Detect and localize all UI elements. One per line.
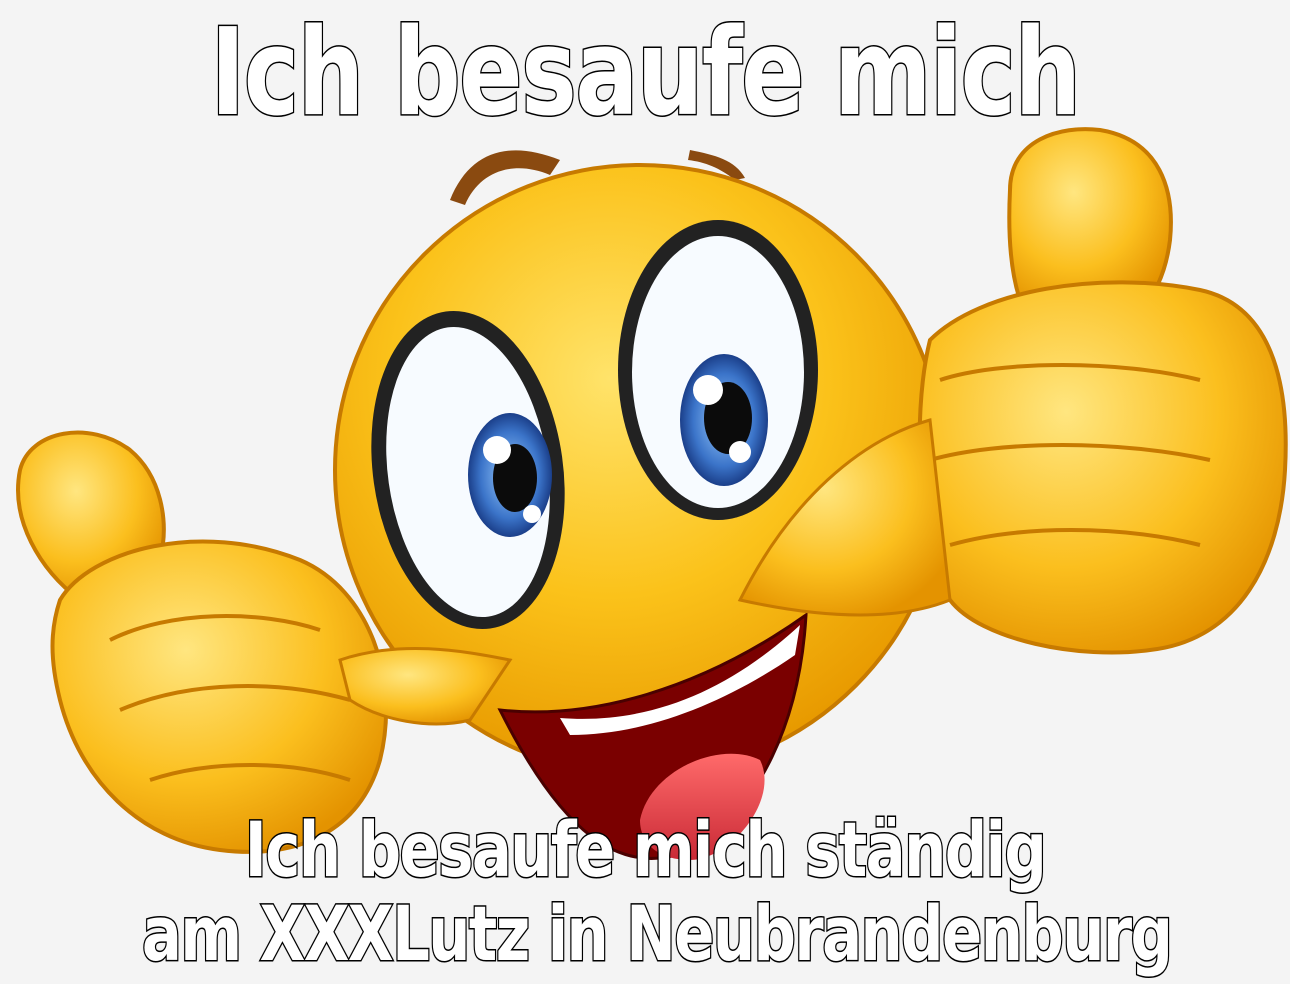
meme-bottom-caption-line-1: Ich besaufe mich ständig — [244, 805, 1048, 894]
meme-top-caption: Ich besaufe mich — [209, 3, 1082, 145]
meme-canvas: Ich besaufe mich Ich besaufe mich ständi… — [0, 0, 1290, 984]
right-fist — [917, 280, 1288, 655]
meme-bottom-caption: Ich besaufe mich ständig am XXXLutz in N… — [141, 805, 1174, 978]
eye-shine-left — [483, 436, 511, 464]
eye-shine-left-small — [523, 505, 541, 523]
meme-bottom-caption-line-2: am XXXLutz in Neubrandenburg — [141, 889, 1174, 978]
eye-shine-right — [693, 375, 723, 405]
eye-shine-right-small — [729, 441, 751, 463]
